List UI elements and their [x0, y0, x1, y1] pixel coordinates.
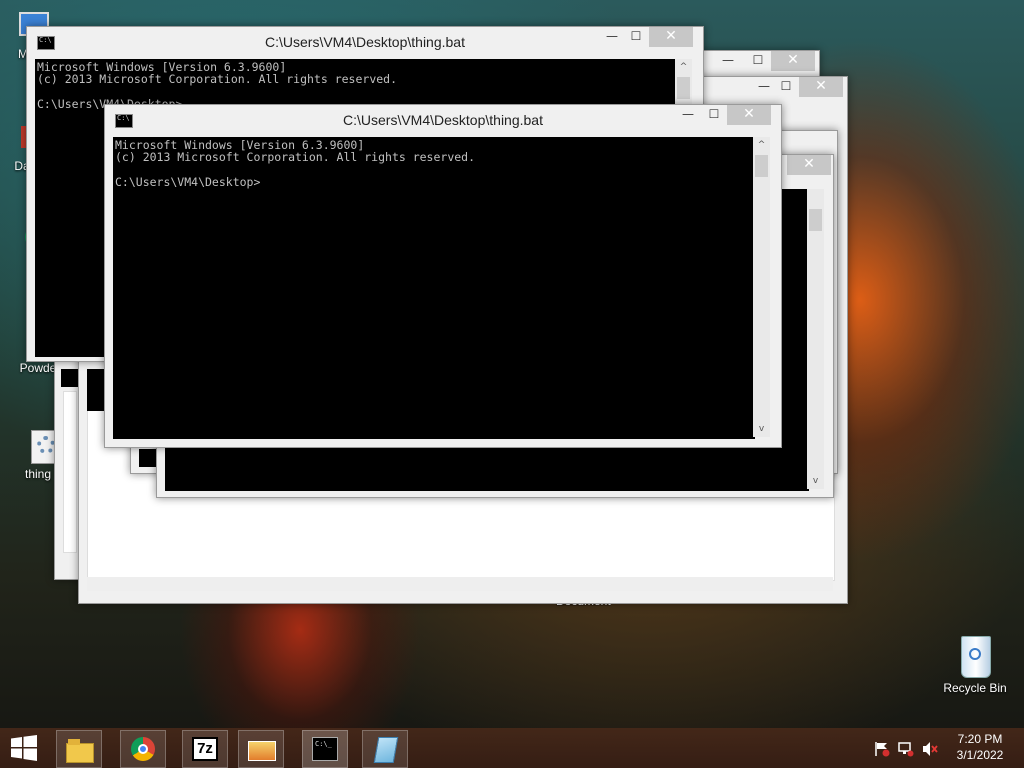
desktop-icon-label: Recycle Bin — [943, 681, 1007, 695]
7zip-icon: 7z — [192, 737, 218, 761]
console-output[interactable]: Microsoft Windows [Version 6.3.9600] (c)… — [113, 137, 755, 439]
maximize-button[interactable]: ☐ — [745, 51, 771, 71]
network-icon[interactable] — [898, 741, 914, 757]
clock-date: 3/1/2022 — [956, 748, 1004, 762]
minimize-button[interactable]: — — [599, 27, 625, 47]
vertical-scrollbar[interactable]: ^ v — [753, 137, 770, 437]
minimize-button[interactable]: — — [675, 105, 701, 125]
taskbar-file-explorer[interactable] — [56, 730, 102, 768]
7zip-icon-text: 7z — [197, 740, 213, 757]
maximize-button[interactable]: ☐ — [623, 27, 649, 47]
close-button[interactable]: ✕ — [771, 51, 815, 71]
clock-time: 7:20 PM — [957, 732, 1003, 746]
scroll-thumb[interactable] — [755, 155, 768, 177]
close-button[interactable]: ✕ — [787, 155, 831, 175]
file-explorer-icon — [66, 737, 94, 763]
scroll-down-arrow[interactable]: v — [753, 421, 770, 437]
taskbar-command-prompt[interactable]: C:\_ — [302, 730, 348, 768]
action-center-flag-icon[interactable] — [874, 741, 890, 757]
taskbar-photos[interactable] — [238, 730, 284, 768]
taskbar-7zip[interactable]: 7z — [182, 730, 228, 768]
horizontal-scrollbar[interactable] — [87, 577, 833, 591]
clock[interactable]: 7:20 PM 3/1/2022 — [946, 732, 1014, 762]
photos-icon — [248, 737, 276, 761]
close-button[interactable]: ✕ — [649, 27, 693, 47]
volume-muted-icon[interactable] — [922, 741, 938, 757]
cmd-window-front[interactable]: C:\Users\VM4\Desktop\thing.bat — ☐ ✕ Mic… — [104, 104, 782, 448]
maximize-button[interactable]: ☐ — [701, 105, 727, 125]
console-line: (c) 2013 Microsoft Corporation. All righ… — [115, 150, 476, 165]
minimize-button[interactable]: — — [715, 51, 741, 71]
batch-file-icon — [21, 430, 67, 464]
notepad-icon — [372, 737, 399, 763]
scroll-thumb[interactable] — [677, 77, 690, 99]
recycle-bin-icon — [957, 632, 993, 678]
close-button[interactable]: ✕ — [799, 77, 843, 97]
command-prompt-icon: C:\_ — [312, 737, 338, 761]
console-prompt: C:\Users\VM4\Desktop> — [115, 174, 261, 189]
scroll-up-arrow[interactable]: ^ — [753, 137, 770, 153]
taskbar-notepad[interactable] — [362, 730, 408, 768]
title-bar[interactable]: C:\Users\VM4\Desktop\thing.bat — ☐ ✕ — [105, 105, 781, 134]
console-line: (c) 2013 Microsoft Corporation. All righ… — [37, 72, 398, 87]
desktop-icon-recycle-bin[interactable]: Recycle Bin — [938, 632, 1012, 695]
vertical-scrollbar[interactable]: v — [807, 189, 824, 489]
maximize-button[interactable]: ☐ — [773, 77, 799, 97]
taskbar: 7z C:\_ 7:20 PM 3/1/2022 — [0, 728, 1024, 768]
windows-logo-icon — [11, 735, 37, 761]
chrome-icon — [130, 737, 156, 761]
start-button[interactable] — [0, 728, 48, 768]
taskbar-chrome[interactable] — [120, 730, 166, 768]
close-button[interactable]: ✕ — [727, 105, 771, 125]
scroll-up-arrow[interactable]: ^ — [675, 59, 692, 75]
command-prompt-icon-text: C:\_ — [315, 740, 332, 748]
title-bar[interactable]: C:\Users\VM4\Desktop\thing.bat — ☐ ✕ — [27, 27, 703, 56]
